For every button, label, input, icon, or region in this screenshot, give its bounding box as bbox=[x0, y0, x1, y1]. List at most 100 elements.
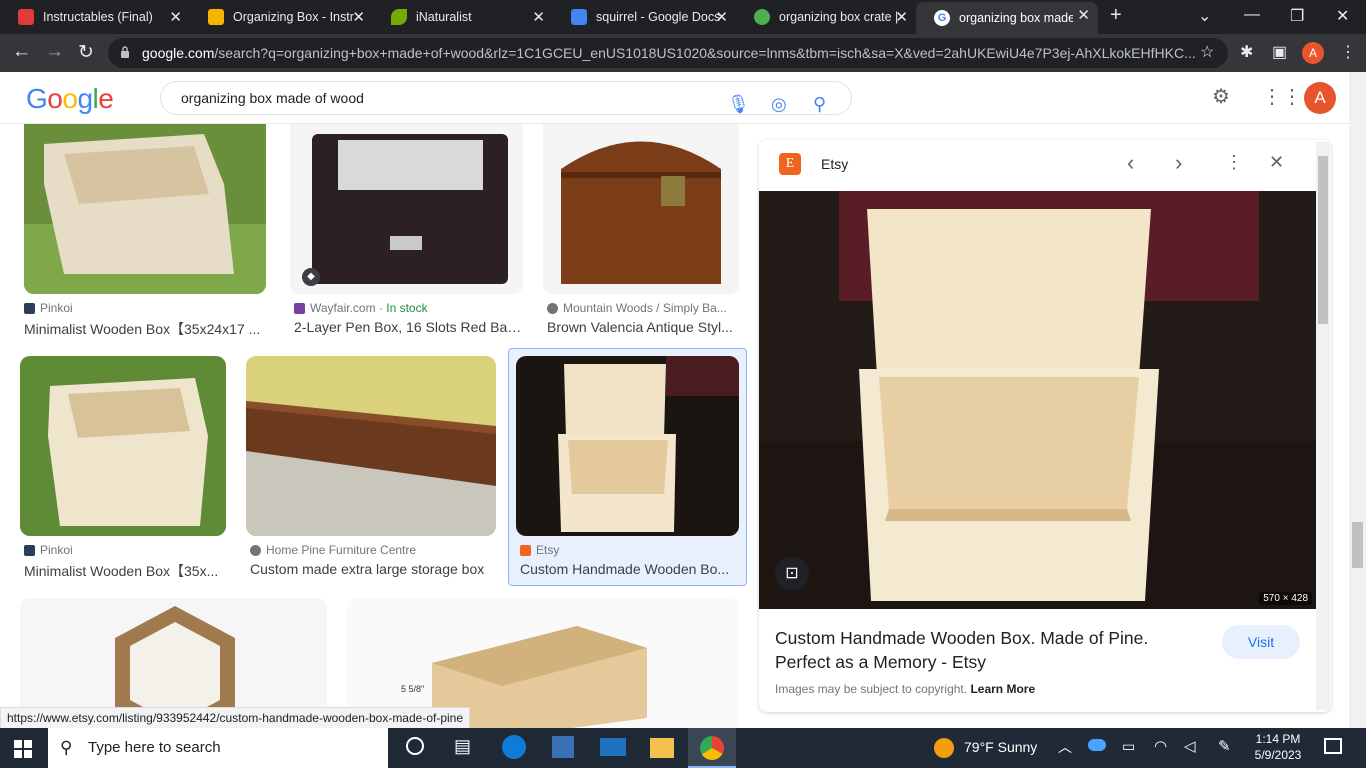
bookmark-star-icon[interactable]: ☆ bbox=[1200, 42, 1214, 62]
search-icon: ⚲ bbox=[60, 738, 73, 757]
instructables-icon bbox=[18, 9, 34, 25]
result-image-storage-bench[interactable] bbox=[246, 356, 496, 536]
menu-kebab-icon[interactable]: ⋮ bbox=[1340, 42, 1356, 62]
mail-icon[interactable] bbox=[600, 738, 626, 756]
weather-text[interactable]: 79°F Sunny bbox=[964, 739, 1037, 755]
taskbar-clock[interactable]: 1:14 PM 5/9/2023 bbox=[1250, 731, 1306, 763]
preview-image[interactable]: ⊡ 570 × 428 bbox=[759, 191, 1316, 609]
browser-toolbar: ← → ↻ google.com/search?q=organizing+box… bbox=[0, 34, 1366, 72]
panel-scroll-thumb[interactable] bbox=[1318, 156, 1328, 324]
leaf-icon bbox=[391, 9, 407, 25]
address-bar[interactable]: google.com/search?q=organizing+box+made+… bbox=[108, 38, 1228, 68]
search-input[interactable]: organizing box made of wood 🎙 ◎ ⚲ bbox=[160, 81, 852, 115]
panel-scrollbar[interactable] bbox=[1316, 142, 1330, 710]
lens-search-icon[interactable]: ⊡ bbox=[775, 557, 809, 591]
minimize-button[interactable]: — bbox=[1244, 6, 1260, 24]
learn-more-link[interactable]: Learn More bbox=[970, 682, 1035, 696]
taskbar-search[interactable]: ⚲ Type here to search bbox=[48, 728, 388, 768]
task-view-icon[interactable]: ▤ bbox=[454, 736, 471, 757]
account-avatar[interactable]: A bbox=[1304, 82, 1336, 114]
window-close-button[interactable]: ✕ bbox=[1336, 6, 1349, 26]
url-domain: google.com bbox=[142, 45, 215, 61]
tab-instructables[interactable]: Instructables (Final) ✕ bbox=[0, 4, 190, 30]
result-title[interactable]: 2-Layer Pen Box, 16 Slots Red Bar... bbox=[294, 319, 522, 335]
chrome-taskbar-button[interactable] bbox=[688, 728, 736, 768]
taskbar-search-placeholder: Type here to search bbox=[88, 739, 221, 756]
onedrive-icon[interactable] bbox=[1088, 739, 1106, 751]
result-image-pinkoi-box[interactable] bbox=[24, 124, 266, 294]
url-path: /search?q=organizing+box+made+of+wood&rl… bbox=[214, 45, 1196, 61]
new-tab-button[interactable]: + bbox=[1110, 4, 1122, 27]
globe-icon bbox=[250, 544, 261, 556]
chevron-left-icon[interactable]: ‹ bbox=[1127, 150, 1134, 176]
tab-title: iNaturalist bbox=[416, 10, 472, 24]
reload-button[interactable]: ↻ bbox=[78, 41, 94, 64]
forward-button[interactable]: → bbox=[45, 41, 64, 63]
result-image-antique-chest[interactable] bbox=[543, 124, 739, 294]
result-title[interactable]: Custom made extra large storage box bbox=[250, 561, 496, 577]
page-scrollbar[interactable] bbox=[1349, 72, 1366, 728]
windows-taskbar: ⚲ Type here to search ▤ 79°F Sunny ︿ ▭ ◠… bbox=[0, 728, 1366, 768]
panel-source[interactable]: Etsy bbox=[821, 156, 848, 172]
wifi-icon[interactable]: ◠ bbox=[1154, 737, 1167, 755]
copyright-notice: Images may be subject to copyright. Lear… bbox=[775, 682, 1035, 696]
side-panel-icon[interactable]: ▣ bbox=[1272, 42, 1287, 62]
cortana-icon[interactable] bbox=[406, 737, 424, 755]
result-source: Home Pine Furniture Centre bbox=[250, 543, 416, 557]
result-image-etsy-box[interactable] bbox=[516, 356, 739, 536]
panel-title[interactable]: Custom Handmade Wooden Box. Made of Pine… bbox=[775, 626, 1195, 674]
close-icon[interactable]: ✕ bbox=[352, 8, 365, 26]
camera-lens-icon[interactable]: ◎ bbox=[771, 88, 787, 120]
chrome-icon bbox=[700, 736, 724, 760]
site-icon bbox=[754, 9, 770, 25]
close-icon[interactable]: ✕ bbox=[1269, 152, 1284, 173]
close-icon[interactable]: ✕ bbox=[895, 8, 908, 26]
tab-google-docs[interactable]: squirrel - Google Docs ✕ bbox=[553, 4, 736, 30]
notification-icon[interactable] bbox=[1324, 738, 1342, 754]
etsy-icon bbox=[520, 544, 531, 556]
close-icon[interactable]: ✕ bbox=[715, 8, 728, 26]
battery-icon[interactable]: ▭ bbox=[1122, 738, 1135, 755]
sun-weather-icon[interactable] bbox=[934, 738, 954, 758]
file-explorer-icon[interactable] bbox=[650, 738, 674, 758]
visit-button[interactable]: Visit bbox=[1222, 625, 1300, 659]
chevron-right-icon[interactable]: › bbox=[1175, 150, 1182, 176]
page-scroll-thumb[interactable] bbox=[1352, 522, 1363, 568]
google-logo[interactable]: Google bbox=[26, 83, 114, 115]
result-title[interactable]: Minimalist Wooden Box【35x... bbox=[24, 561, 228, 581]
close-icon[interactable]: ✕ bbox=[532, 8, 545, 26]
image-results-grid: Pinkoi Minimalist Wooden Box【35x24x17 ..… bbox=[0, 124, 752, 728]
result-source: Pinkoi bbox=[24, 543, 73, 557]
result-source: Etsy bbox=[520, 543, 559, 557]
tab-title: Instructables (Final) bbox=[43, 10, 153, 24]
result-title[interactable]: Minimalist Wooden Box【35x24x17 ... bbox=[24, 319, 270, 339]
profile-avatar[interactable]: A bbox=[1302, 42, 1324, 64]
close-icon[interactable]: ✕ bbox=[1073, 6, 1090, 24]
extensions-icon[interactable]: ✱ bbox=[1240, 42, 1253, 62]
pen-icon[interactable]: ✎ bbox=[1218, 737, 1231, 755]
gear-icon[interactable]: ⚙ bbox=[1212, 84, 1230, 109]
back-button[interactable]: ← bbox=[12, 41, 31, 63]
tab-organizing-box-crate[interactable]: organizing box crate | ✕ bbox=[736, 4, 916, 30]
volume-icon[interactable]: ◁ bbox=[1184, 737, 1196, 755]
tab-organizing-box-instructables[interactable]: Organizing Box - Instr ✕ bbox=[190, 4, 373, 30]
search-icon[interactable]: ⚲ bbox=[813, 88, 826, 120]
image-preview-panel: E Etsy ‹ › ⋮ ✕ ⊡ 570 × 428 Custom Handma… bbox=[759, 140, 1331, 712]
store-icon[interactable] bbox=[552, 736, 574, 758]
restore-button[interactable]: ❐ bbox=[1290, 6, 1304, 26]
clock-time: 1:14 PM bbox=[1255, 732, 1301, 746]
result-image-pen-box[interactable]: ◆ bbox=[290, 124, 523, 294]
chevron-down-icon[interactable]: ⌄ bbox=[1198, 6, 1211, 26]
microphone-icon[interactable]: 🎙 bbox=[727, 88, 750, 120]
windows-start-icon[interactable] bbox=[14, 740, 32, 758]
tab-organizing-box-made-active[interactable]: G organizing box made ✕ bbox=[916, 2, 1098, 34]
chevron-up-icon[interactable]: ︿ bbox=[1058, 737, 1072, 757]
tab-inaturalist[interactable]: iNaturalist ✕ bbox=[373, 4, 553, 30]
result-title[interactable]: Custom Handmade Wooden Bo... bbox=[520, 561, 735, 577]
result-image-pinkoi-box-2[interactable] bbox=[20, 356, 226, 536]
close-icon[interactable]: ✕ bbox=[169, 8, 182, 26]
edge-icon[interactable] bbox=[502, 735, 526, 759]
result-title[interactable]: Brown Valencia Antique Styl... bbox=[547, 319, 737, 335]
more-options-icon[interactable]: ⋮ bbox=[1225, 152, 1243, 173]
tab-title: organizing box crate | bbox=[779, 10, 899, 24]
